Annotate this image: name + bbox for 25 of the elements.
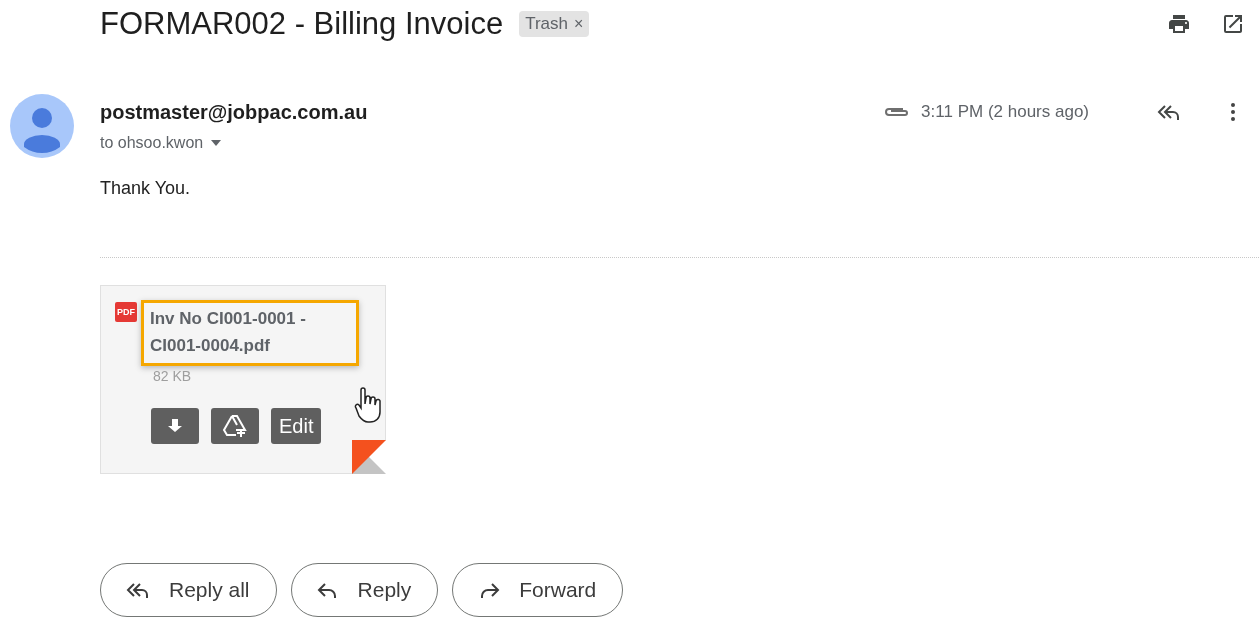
add-to-drive-button[interactable]	[211, 408, 259, 444]
sender-address: postmaster@jobpac.com.au	[100, 100, 368, 124]
message-body: Thank You.	[100, 178, 192, 199]
hand-cursor-icon	[353, 386, 383, 426]
email-subject: FORMAR002 - Billing Invoice	[100, 6, 504, 42]
more-vertical-icon	[1230, 102, 1236, 122]
print-icon	[1167, 12, 1191, 36]
forward-button[interactable]: Forward	[452, 563, 624, 617]
reply-all-button[interactable]: Reply all	[100, 563, 277, 617]
message-time: 3:11 PM (2 hours ago)	[921, 102, 1089, 122]
attachment-size: 82 KB	[153, 368, 193, 384]
drive-add-icon	[222, 413, 248, 439]
label-chip[interactable]: Trash ×	[519, 11, 590, 37]
pdf-badge: PDF	[115, 302, 137, 322]
recipient-dropdown[interactable]: to ohsoo.kwon	[100, 134, 222, 152]
edit-button[interactable]: Edit	[271, 408, 322, 444]
reply-button[interactable]: Reply	[290, 563, 439, 617]
download-button[interactable]	[151, 408, 199, 444]
open-in-new-window-icon	[1221, 12, 1245, 36]
caret-icon	[211, 140, 222, 146]
attachment-card[interactable]: PDF Inv No CI001-0001 - CI001-0004.pdf 82 KB Edit	[100, 285, 386, 474]
avatar-icon	[10, 94, 74, 158]
attachment-name: Inv No CI001-0001 - CI001-0004.pdf	[141, 300, 359, 366]
page-corner-drawing	[352, 440, 386, 474]
download-icon	[166, 417, 184, 435]
